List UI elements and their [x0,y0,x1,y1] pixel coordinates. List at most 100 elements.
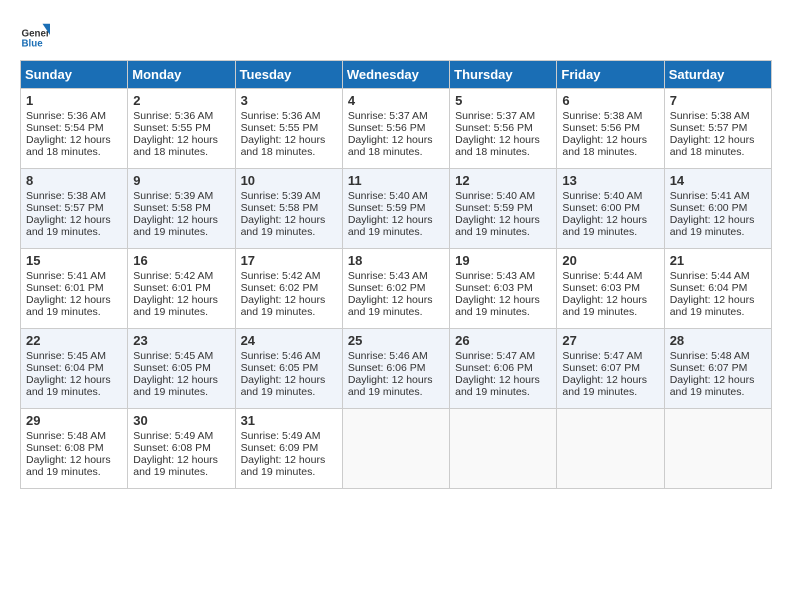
calendar-cell: 2 Sunrise: 5:36 AM Sunset: 5:55 PM Dayli… [128,89,235,169]
sunset-label: Sunset: 5:56 PM [348,122,426,134]
calendar-cell: 11 Sunrise: 5:40 AM Sunset: 5:59 PM Dayl… [342,169,449,249]
sunset-label: Sunset: 6:01 PM [133,282,211,294]
calendar-cell: 20 Sunrise: 5:44 AM Sunset: 6:03 PM Dayl… [557,249,664,329]
sunrise-label: Sunrise: 5:38 AM [562,110,642,122]
sunset-label: Sunset: 6:07 PM [670,362,748,374]
calendar-cell: 5 Sunrise: 5:37 AM Sunset: 5:56 PM Dayli… [450,89,557,169]
day-number: 17 [241,253,337,268]
calendar-cell: 9 Sunrise: 5:39 AM Sunset: 5:58 PM Dayli… [128,169,235,249]
sunrise-label: Sunrise: 5:37 AM [348,110,428,122]
daylight-label: Daylight: 12 hours and 19 minutes. [455,374,540,398]
daylight-label: Daylight: 12 hours and 18 minutes. [348,134,433,158]
calendar-cell: 15 Sunrise: 5:41 AM Sunset: 6:01 PM Dayl… [21,249,128,329]
sunrise-label: Sunrise: 5:45 AM [26,350,106,362]
daylight-label: Daylight: 12 hours and 19 minutes. [670,214,755,238]
sunset-label: Sunset: 6:05 PM [241,362,319,374]
daylight-label: Daylight: 12 hours and 19 minutes. [133,294,218,318]
sunset-label: Sunset: 5:58 PM [241,202,319,214]
day-of-week-header: Thursday [450,61,557,89]
daylight-label: Daylight: 12 hours and 19 minutes. [133,214,218,238]
calendar-cell [450,409,557,489]
calendar-cell: 19 Sunrise: 5:43 AM Sunset: 6:03 PM Dayl… [450,249,557,329]
day-number: 31 [241,413,337,428]
daylight-label: Daylight: 12 hours and 19 minutes. [348,294,433,318]
day-of-week-header: Tuesday [235,61,342,89]
daylight-label: Daylight: 12 hours and 18 minutes. [241,134,326,158]
calendar-cell: 26 Sunrise: 5:47 AM Sunset: 6:06 PM Dayl… [450,329,557,409]
daylight-label: Daylight: 12 hours and 19 minutes. [133,374,218,398]
daylight-label: Daylight: 12 hours and 19 minutes. [562,214,647,238]
day-number: 3 [241,93,337,108]
calendar-cell: 21 Sunrise: 5:44 AM Sunset: 6:04 PM Dayl… [664,249,771,329]
sunrise-label: Sunrise: 5:39 AM [133,190,213,202]
sunset-label: Sunset: 5:56 PM [562,122,640,134]
sunrise-label: Sunrise: 5:42 AM [241,270,321,282]
sunrise-label: Sunrise: 5:49 AM [241,430,321,442]
sunset-label: Sunset: 6:05 PM [133,362,211,374]
day-number: 7 [670,93,766,108]
sunset-label: Sunset: 6:08 PM [26,442,104,454]
calendar-cell: 6 Sunrise: 5:38 AM Sunset: 5:56 PM Dayli… [557,89,664,169]
sunset-label: Sunset: 6:00 PM [670,202,748,214]
daylight-label: Daylight: 12 hours and 19 minutes. [241,294,326,318]
calendar-cell [664,409,771,489]
sunrise-label: Sunrise: 5:47 AM [455,350,535,362]
calendar-cell: 17 Sunrise: 5:42 AM Sunset: 6:02 PM Dayl… [235,249,342,329]
daylight-label: Daylight: 12 hours and 19 minutes. [241,374,326,398]
sunset-label: Sunset: 5:57 PM [670,122,748,134]
sunset-label: Sunset: 6:01 PM [26,282,104,294]
sunrise-label: Sunrise: 5:38 AM [670,110,750,122]
daylight-label: Daylight: 12 hours and 18 minutes. [562,134,647,158]
daylight-label: Daylight: 12 hours and 19 minutes. [348,214,433,238]
svg-text:Blue: Blue [22,38,44,49]
sunrise-label: Sunrise: 5:43 AM [348,270,428,282]
day-number: 15 [26,253,122,268]
daylight-label: Daylight: 12 hours and 19 minutes. [26,294,111,318]
sunrise-label: Sunrise: 5:36 AM [133,110,213,122]
daylight-label: Daylight: 12 hours and 19 minutes. [455,294,540,318]
calendar-cell: 18 Sunrise: 5:43 AM Sunset: 6:02 PM Dayl… [342,249,449,329]
calendar-cell: 31 Sunrise: 5:49 AM Sunset: 6:09 PM Dayl… [235,409,342,489]
sunset-label: Sunset: 6:06 PM [348,362,426,374]
day-number: 13 [562,173,658,188]
day-number: 30 [133,413,229,428]
calendar-cell: 22 Sunrise: 5:45 AM Sunset: 6:04 PM Dayl… [21,329,128,409]
sunset-label: Sunset: 6:04 PM [670,282,748,294]
daylight-label: Daylight: 12 hours and 19 minutes. [670,294,755,318]
logo-icon: General Blue [20,20,50,50]
calendar-cell: 1 Sunrise: 5:36 AM Sunset: 5:54 PM Dayli… [21,89,128,169]
calendar-cell: 3 Sunrise: 5:36 AM Sunset: 5:55 PM Dayli… [235,89,342,169]
sunset-label: Sunset: 6:03 PM [455,282,533,294]
day-number: 24 [241,333,337,348]
day-number: 10 [241,173,337,188]
daylight-label: Daylight: 12 hours and 19 minutes. [455,214,540,238]
daylight-label: Daylight: 12 hours and 18 minutes. [455,134,540,158]
calendar-cell: 14 Sunrise: 5:41 AM Sunset: 6:00 PM Dayl… [664,169,771,249]
sunset-label: Sunset: 5:55 PM [133,122,211,134]
daylight-label: Daylight: 12 hours and 19 minutes. [670,374,755,398]
daylight-label: Daylight: 12 hours and 19 minutes. [348,374,433,398]
sunrise-label: Sunrise: 5:40 AM [562,190,642,202]
sunrise-label: Sunrise: 5:44 AM [562,270,642,282]
calendar-cell: 16 Sunrise: 5:42 AM Sunset: 6:01 PM Dayl… [128,249,235,329]
day-number: 23 [133,333,229,348]
day-number: 16 [133,253,229,268]
calendar-cell: 8 Sunrise: 5:38 AM Sunset: 5:57 PM Dayli… [21,169,128,249]
sunrise-label: Sunrise: 5:40 AM [455,190,535,202]
day-number: 21 [670,253,766,268]
day-number: 25 [348,333,444,348]
sunrise-label: Sunrise: 5:41 AM [26,270,106,282]
calendar-cell: 28 Sunrise: 5:48 AM Sunset: 6:07 PM Dayl… [664,329,771,409]
daylight-label: Daylight: 12 hours and 19 minutes. [562,294,647,318]
sunrise-label: Sunrise: 5:43 AM [455,270,535,282]
day-of-week-header: Friday [557,61,664,89]
sunrise-label: Sunrise: 5:40 AM [348,190,428,202]
sunrise-label: Sunrise: 5:36 AM [241,110,321,122]
day-number: 1 [26,93,122,108]
calendar-cell: 30 Sunrise: 5:49 AM Sunset: 6:08 PM Dayl… [128,409,235,489]
sunrise-label: Sunrise: 5:46 AM [241,350,321,362]
sunset-label: Sunset: 5:56 PM [455,122,533,134]
sunset-label: Sunset: 6:08 PM [133,442,211,454]
sunrise-label: Sunrise: 5:48 AM [26,430,106,442]
sunrise-label: Sunrise: 5:44 AM [670,270,750,282]
